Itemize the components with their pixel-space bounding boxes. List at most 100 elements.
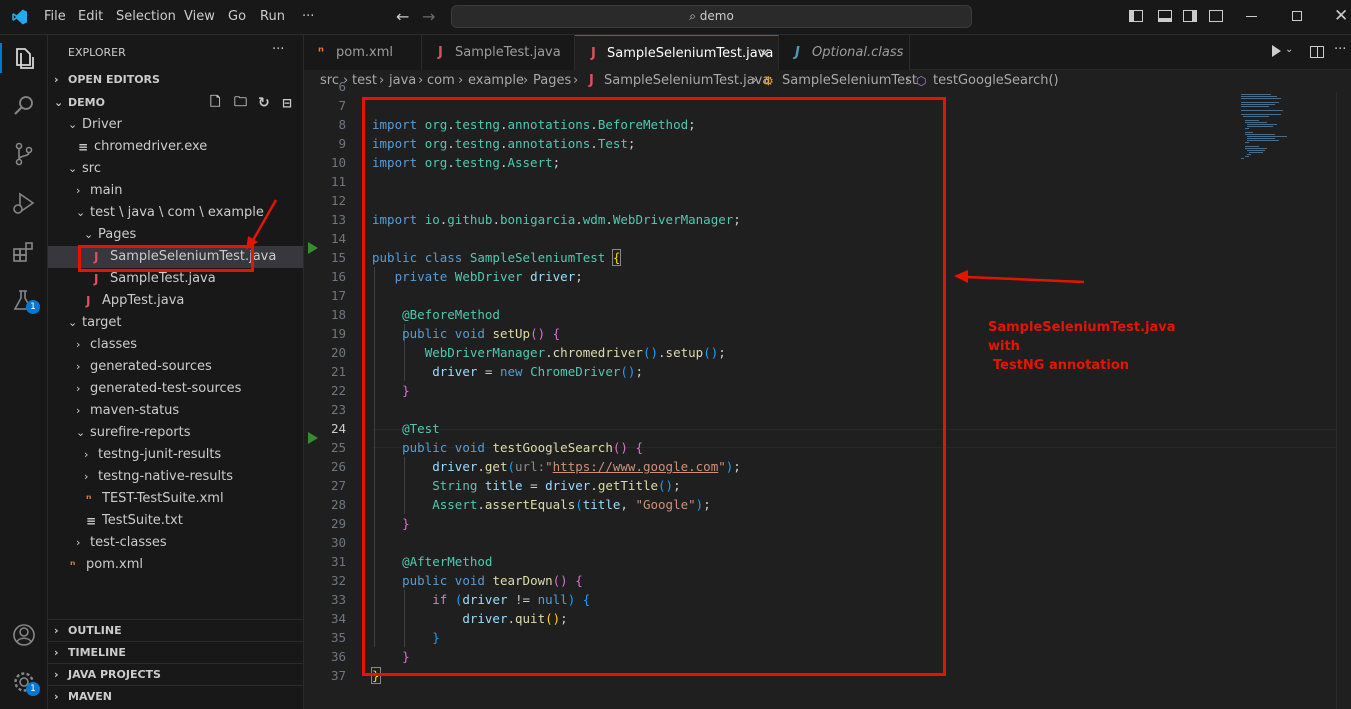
- line-number: 18: [330, 307, 346, 322]
- command-center-search[interactable]: ⌕ demo: [451, 5, 972, 28]
- minimap[interactable]: [1235, 92, 1335, 709]
- menu-selection[interactable]: Selection: [116, 9, 176, 24]
- explorer-icon[interactable]: [11, 45, 37, 71]
- extensions-icon[interactable]: [11, 239, 37, 265]
- tree-item[interactable]: ⌄ target: [48, 312, 303, 334]
- chevron-down-icon: ⌄: [68, 316, 78, 329]
- tab-sample-selenium-test[interactable]: J SampleSeleniumTest.java ×: [575, 35, 779, 70]
- tab-label: Optional.class: [812, 45, 904, 60]
- line-number: 34: [330, 611, 346, 626]
- chevron-right-icon: ›: [84, 448, 89, 461]
- outline-label: OUTLINE: [68, 624, 122, 637]
- open-editors-label: OPEN EDITORS: [68, 73, 160, 86]
- breadcrumb-example[interactable]: example: [468, 70, 524, 92]
- annotation-note: SampleSeleniumTest.java with TestNG anno…: [988, 318, 1208, 375]
- breadcrumb: src › test › java › com › example › Page…: [304, 70, 1351, 92]
- tree-item[interactable]: ⌄ surefire-reports: [48, 422, 303, 444]
- tree-item[interactable]: J AppTest.java: [48, 290, 303, 312]
- run-test-icon[interactable]: [308, 242, 318, 254]
- java-projects-section[interactable]: › JAVA PROJECTS: [48, 663, 303, 685]
- text-file-icon: ≡: [86, 514, 97, 528]
- run-debug-icon[interactable]: [11, 190, 37, 216]
- restore-icon[interactable]: [1292, 11, 1302, 21]
- menu-view[interactable]: View: [184, 9, 215, 24]
- run-java-icon[interactable]: [1272, 45, 1281, 57]
- search-icon[interactable]: [11, 93, 37, 119]
- menu-go[interactable]: Go: [228, 9, 246, 24]
- refresh-icon[interactable]: ↻: [258, 92, 270, 114]
- tree-item[interactable]: ⁿ pom.xml: [48, 554, 303, 576]
- tree-item-label: generated-sources: [90, 359, 212, 374]
- file-highlight-box: [78, 245, 254, 272]
- forward-arrow-icon[interactable]: →: [422, 7, 435, 26]
- tree-item[interactable]: ≡ TestSuite.txt: [48, 510, 303, 532]
- chevron-down-icon[interactable]: ⌄: [1285, 44, 1293, 55]
- tree-item[interactable]: › classes: [48, 334, 303, 356]
- breadcrumb-java[interactable]: java: [389, 70, 416, 92]
- tab-label: SampleSeleniumTest.java: [607, 46, 774, 61]
- menu-more[interactable]: ···: [302, 9, 314, 24]
- tree-item[interactable]: › generated-test-sources: [48, 378, 303, 400]
- toggle-primary-sidebar-icon[interactable]: [1129, 10, 1143, 22]
- chevron-right-icon: ›: [76, 382, 81, 395]
- timeline-section[interactable]: › TIMELINE: [48, 641, 303, 663]
- maven-section[interactable]: › MAVEN: [48, 685, 303, 707]
- chevron-down-icon: ⌄: [76, 206, 86, 219]
- java-file-icon: J: [86, 294, 91, 308]
- customize-layout-icon[interactable]: [1209, 10, 1223, 22]
- menu-run[interactable]: Run: [260, 9, 285, 24]
- tree-item[interactable]: › testng-native-results: [48, 466, 303, 488]
- menu-file[interactable]: File: [44, 9, 66, 24]
- line-number: 9: [338, 136, 346, 151]
- chevron-down-icon: ⌄: [68, 118, 78, 131]
- toggle-panel-icon[interactable]: [1158, 10, 1172, 22]
- tab-pom-xml[interactable]: ⁿ pom.xml: [304, 35, 422, 70]
- back-arrow-icon[interactable]: ←: [396, 7, 409, 26]
- run-test-icon[interactable]: [308, 432, 318, 444]
- editor-more-icon[interactable]: ···: [1334, 42, 1346, 57]
- close-tab-icon[interactable]: ×: [758, 36, 771, 71]
- new-folder-icon[interactable]: 🗀: [234, 92, 247, 114]
- line-number: 22: [330, 383, 346, 398]
- tree-item[interactable]: ⌄ Driver: [48, 114, 303, 136]
- project-header[interactable]: ⌄ DEMO 🗋 🗀 ↻ ⊟: [48, 92, 303, 114]
- minimize-icon[interactable]: [1246, 16, 1257, 17]
- tree-item[interactable]: ≡ chromedriver.exe: [48, 136, 303, 158]
- source-control-icon[interactable]: [11, 141, 37, 167]
- close-window-icon[interactable]: ✕: [1334, 6, 1348, 26]
- line-number: 27: [330, 478, 346, 493]
- tree-item[interactable]: › generated-sources: [48, 356, 303, 378]
- breadcrumb-file[interactable]: SampleSeleniumTest.java: [604, 70, 770, 92]
- line-number: 7: [338, 98, 346, 113]
- toggle-secondary-sidebar-icon[interactable]: [1183, 10, 1197, 22]
- breadcrumb-pages[interactable]: Pages: [533, 70, 571, 92]
- chevron-right-icon: ›: [54, 646, 59, 659]
- tree-item-label: pom.xml: [86, 557, 143, 572]
- line-number: 28: [330, 497, 346, 512]
- explorer-sidebar: EXPLORER ··· › OPEN EDITORS ⌄ DEMO 🗋 🗀 ↻…: [48, 35, 304, 709]
- tree-item[interactable]: › maven-status: [48, 400, 303, 422]
- menu-edit[interactable]: Edit: [78, 9, 103, 24]
- breadcrumb-method[interactable]: testGoogleSearch(): [933, 70, 1059, 92]
- breadcrumb-test[interactable]: test: [352, 70, 377, 92]
- outline-section[interactable]: › OUTLINE: [48, 619, 303, 641]
- breadcrumb-com[interactable]: com: [427, 70, 455, 92]
- tree-item[interactable]: › test-classes: [48, 532, 303, 554]
- tab-sample-test[interactable]: J SampleTest.java: [422, 35, 575, 70]
- tab-optional-class[interactable]: J Optional.class: [779, 35, 910, 70]
- tree-item[interactable]: ⌄ src: [48, 158, 303, 180]
- tree-item[interactable]: › testng-junit-results: [48, 444, 303, 466]
- breadcrumb-class[interactable]: SampleSeleniumTest: [782, 70, 917, 92]
- collapse-all-icon[interactable]: ⊟: [282, 92, 292, 114]
- chevron-down-icon: ⌄: [68, 162, 78, 175]
- xml-file-icon: ⁿ: [86, 492, 92, 506]
- active-indicator: [0, 43, 2, 73]
- line-number: 21: [330, 364, 346, 379]
- open-editors-header[interactable]: › OPEN EDITORS: [48, 69, 303, 91]
- accounts-icon[interactable]: [11, 622, 37, 648]
- explorer-more-icon[interactable]: ···: [272, 42, 284, 57]
- tree-item[interactable]: ⁿ TEST-TestSuite.xml: [48, 488, 303, 510]
- vertical-scrollbar[interactable]: [1336, 92, 1351, 709]
- class-symbol-icon: ⚙: [763, 74, 774, 88]
- new-file-icon[interactable]: 🗋: [210, 92, 220, 114]
